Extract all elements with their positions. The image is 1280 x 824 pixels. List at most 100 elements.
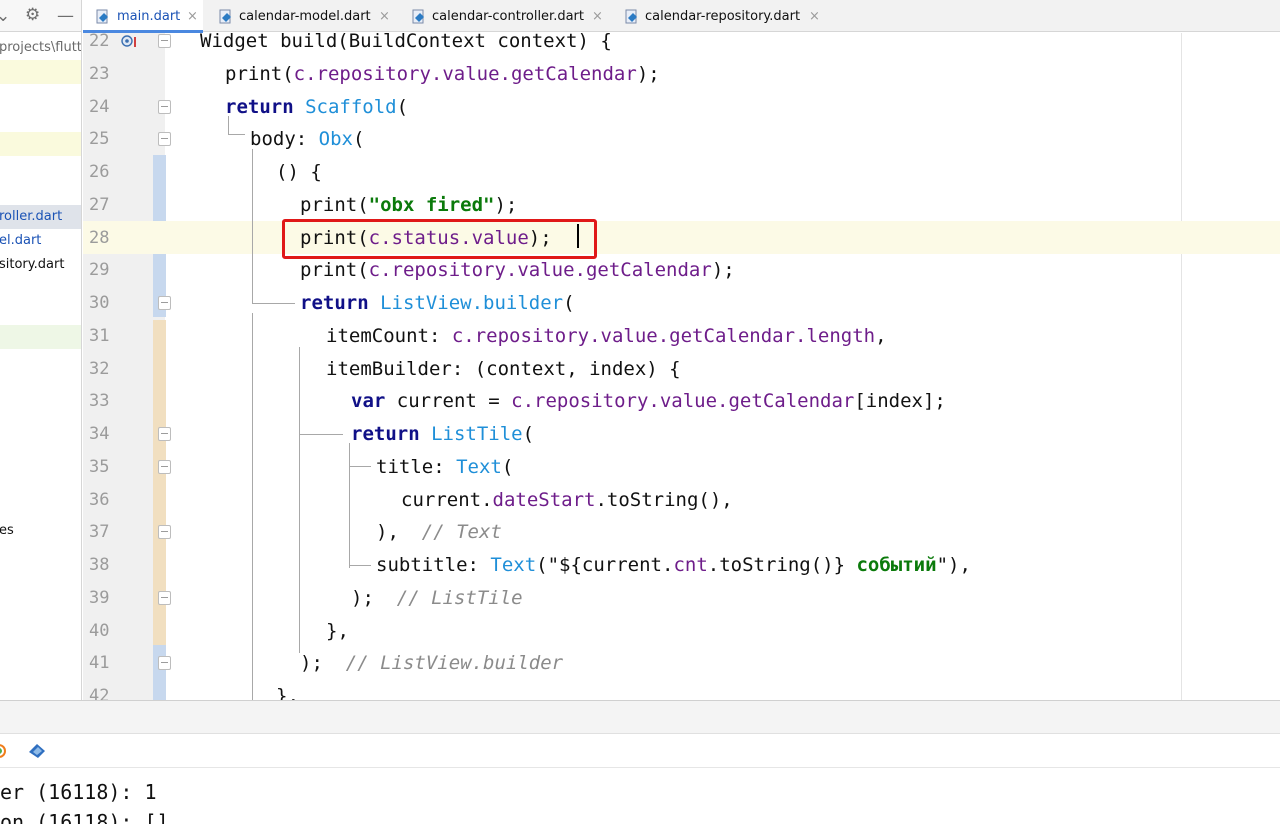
line-number[interactable]: 37	[89, 515, 115, 548]
code-text[interactable]: subtitle: Text("${current.cnt.toString()…	[376, 548, 971, 581]
chevron-icon[interactable]: ⌄	[0, 6, 10, 26]
code-line[interactable]: 34 return ListTile(	[83, 417, 1280, 450]
code-line[interactable]: 22 Widget build(BuildContext context) {	[83, 33, 1280, 57]
tab-calendar-repository[interactable]: calendar-repository.dart ×	[625, 0, 835, 32]
code-text[interactable]: return ListView.builder(	[300, 286, 575, 319]
line-number[interactable]: 42	[89, 679, 115, 700]
line-number[interactable]: 29	[89, 253, 115, 286]
line-number[interactable]: 22	[89, 33, 115, 57]
code-line[interactable]: 39 ); // ListTile	[83, 581, 1280, 614]
code-line[interactable]: 29 print(c.repository.value.getCalendar);	[83, 253, 1280, 286]
dart-devtools-icon[interactable]	[27, 742, 47, 760]
code-line[interactable]: 25 body: Obx(	[83, 122, 1280, 155]
code-text[interactable]: itemCount: c.repository.value.getCalenda…	[326, 319, 887, 352]
code-text[interactable]: },	[276, 679, 299, 700]
code-line[interactable]: 24 return Scaffold(	[83, 90, 1280, 123]
fold-icon[interactable]	[158, 525, 171, 539]
code-text[interactable]: print("obx fired");	[300, 188, 517, 221]
line-number[interactable]: 24	[89, 90, 115, 123]
code-line[interactable]: 42},	[83, 679, 1280, 700]
fold-icon[interactable]	[158, 296, 171, 310]
fold-icon[interactable]	[158, 427, 171, 441]
line-number[interactable]: 23	[89, 57, 115, 90]
line-number[interactable]: 38	[89, 548, 115, 581]
code-text[interactable]: var current = c.repository.value.getCale…	[351, 384, 946, 417]
code-token: itemCount:	[326, 325, 452, 347]
line-number[interactable]: 25	[89, 122, 115, 155]
code-text[interactable]: () {	[276, 155, 322, 188]
fold-icon[interactable]	[158, 34, 171, 48]
tab-close-icon[interactable]: ×	[379, 0, 390, 34]
line-number[interactable]: 28	[89, 221, 115, 254]
code-text[interactable]: ), // Text	[376, 515, 502, 548]
code-line[interactable]: 28 print(c.status.value);	[83, 221, 1280, 254]
code-line[interactable]: 37 ), // Text	[83, 515, 1280, 548]
line-number[interactable]: 34	[89, 417, 115, 450]
code-line[interactable]: 33 var current = c.repository.value.getCa…	[83, 384, 1280, 417]
code-text[interactable]: ); // ListView.builder	[300, 646, 563, 679]
code-token: ListView.builder	[380, 292, 564, 314]
sidebar-row-highlight[interactable]	[0, 325, 81, 349]
fold-icon[interactable]	[158, 591, 171, 605]
code-text[interactable]: Widget build(BuildContext context) {	[200, 33, 612, 57]
line-number[interactable]: 26	[89, 155, 115, 188]
flutter-icon[interactable]	[0, 743, 8, 759]
sidebar-item[interactable]: el.dart	[0, 229, 81, 253]
sidebar-item[interactable]: sitory.dart	[0, 253, 81, 277]
code-token: .toString()}	[707, 554, 857, 576]
tab-main-dart[interactable]: main.dart ×	[83, 0, 203, 34]
code-line[interactable]: 36 current.dateStart.toString(),	[83, 483, 1280, 516]
sidebar-item[interactable]: es	[0, 519, 81, 543]
sidebar-item[interactable]: roller.dart	[0, 205, 81, 229]
code-line[interactable]: 38 subtitle: Text("${current.cnt.toString…	[83, 548, 1280, 581]
code-line[interactable]: 27 print("obx fired");	[83, 188, 1280, 221]
code-token: (	[396, 96, 409, 118]
tab-calendar-controller[interactable]: calendar-controller.dart ×	[412, 0, 612, 32]
tab-calendar-model[interactable]: calendar-model.dart ×	[219, 0, 414, 32]
breakpoint-marker-icon[interactable]	[120, 35, 138, 49]
code-text[interactable]: },	[326, 614, 349, 647]
minimize-icon[interactable]: —	[57, 6, 74, 26]
line-number[interactable]: 33	[89, 384, 115, 417]
code-line[interactable]: 32 itemBuilder: (context, index) {	[83, 352, 1280, 385]
line-number[interactable]: 40	[89, 614, 115, 647]
line-number[interactable]: 41	[89, 646, 115, 679]
code-text[interactable]: body: Obx(	[250, 122, 364, 155]
line-number[interactable]: 35	[89, 450, 115, 483]
line-number[interactable]: 39	[89, 581, 115, 614]
sidebar-item-label: sitory.dart	[0, 257, 65, 272]
line-number[interactable]: 30	[89, 286, 115, 319]
line-number[interactable]: 36	[89, 483, 115, 516]
sidebar-row-highlight[interactable]	[0, 132, 81, 156]
fold-icon[interactable]	[158, 656, 171, 670]
code-line[interactable]: 26 () {	[83, 155, 1280, 188]
line-number[interactable]: 32	[89, 352, 115, 385]
tab-close-icon[interactable]: ×	[592, 0, 603, 34]
sidebar-row-highlight[interactable]	[0, 60, 81, 84]
code-editor[interactable]: 22 Widget build(BuildContext context) {23…	[83, 33, 1280, 700]
tab-close-icon[interactable]: ×	[187, 0, 198, 34]
code-line[interactable]: 35 title: Text(	[83, 450, 1280, 483]
code-text[interactable]: print(c.repository.value.getCalendar);	[225, 57, 660, 90]
code-text[interactable]: current.dateStart.toString(),	[401, 483, 733, 516]
gear-icon[interactable]: ⚙	[25, 5, 40, 25]
code-line[interactable]: 40},	[83, 614, 1280, 647]
code-text[interactable]: ); // ListTile	[351, 581, 523, 614]
code-token: (	[352, 128, 365, 150]
line-number[interactable]: 31	[89, 319, 115, 352]
sidebar-path-row[interactable]: projects\flutt	[0, 36, 81, 60]
tab-close-icon[interactable]: ×	[809, 0, 820, 34]
fold-icon[interactable]	[158, 132, 171, 146]
fold-icon[interactable]	[158, 100, 171, 114]
code-text[interactable]: return ListTile(	[351, 417, 534, 450]
fold-icon[interactable]	[158, 460, 171, 474]
line-number[interactable]: 27	[89, 188, 115, 221]
code-text[interactable]: title: Text(	[376, 450, 513, 483]
code-line[interactable]: 31 itemCount: c.repository.value.getCalen…	[83, 319, 1280, 352]
code-line[interactable]: 23 print(c.repository.value.getCalendar);	[83, 57, 1280, 90]
sidebar-toolbar: ⌄ ⚙ —	[0, 0, 81, 32]
code-text[interactable]: itemBuilder: (context, index) {	[326, 352, 681, 385]
code-text[interactable]: return Scaffold(	[225, 90, 408, 123]
code-line[interactable]: 41 ); // ListView.builder	[83, 646, 1280, 679]
code-token: print(	[300, 259, 369, 281]
